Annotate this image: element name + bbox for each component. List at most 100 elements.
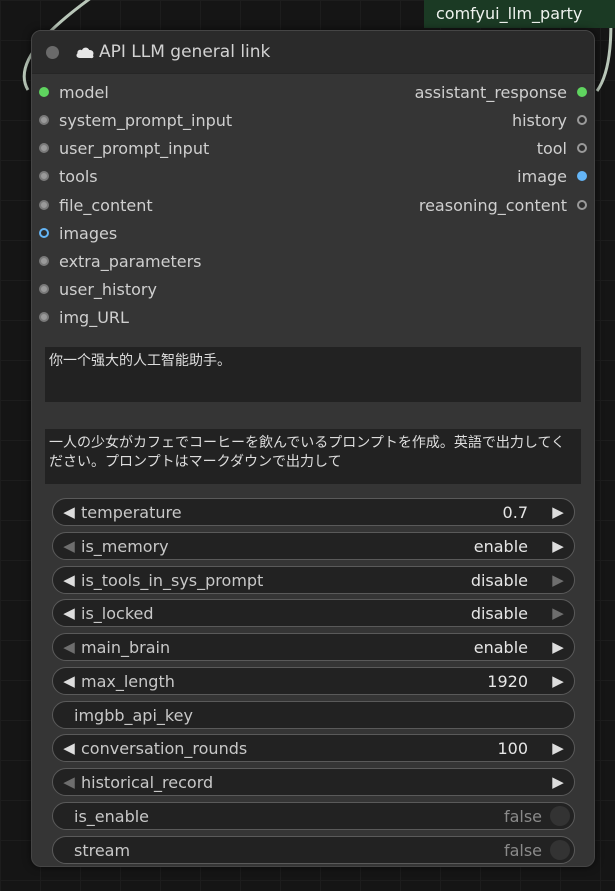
decrement-arrow-icon[interactable]: ◀	[57, 604, 81, 622]
widget-label: conversation_rounds	[81, 738, 248, 758]
input-slot-img-url[interactable]: img_URL	[39, 303, 129, 331]
slot-label: images	[59, 223, 118, 243]
cloud-icon	[76, 47, 94, 59]
toggle-value: false	[503, 840, 542, 860]
increment-arrow-icon[interactable]: ▶	[546, 604, 570, 622]
slot-dot[interactable]	[577, 115, 587, 125]
widget-label: temperature	[81, 502, 182, 522]
user-prompt-textarea[interactable]: 一人の少女がカフェでコーヒーを飲んでいるプロンプトを作成。英語で出力してください…	[45, 429, 581, 484]
widget-value: 100	[497, 738, 528, 758]
slot-label: assistant_response	[414, 82, 567, 102]
slot-label: img_URL	[59, 307, 129, 327]
slot-label: model	[59, 82, 109, 102]
increment-arrow-icon[interactable]: ▶	[546, 638, 570, 656]
input-slot-user-prompt[interactable]: user_prompt_input	[39, 134, 209, 162]
widget-imgbb-api-key[interactable]: imgbb_api_key	[52, 701, 575, 729]
widget-value: 0.7	[502, 502, 528, 522]
input-slot-tools[interactable]: tools	[39, 162, 98, 190]
toggle-value: false	[503, 806, 542, 826]
widget-historical-record[interactable]: ◀ historical_record ▶	[52, 768, 575, 796]
output-slot-assistant-response[interactable]: assistant_response	[415, 78, 587, 106]
widget-label: is_enable	[74, 806, 150, 826]
output-slot-history[interactable]: history	[512, 106, 587, 134]
slot-label: tools	[59, 166, 98, 186]
widget-temperature[interactable]: ◀ temperature 0.7 ▶	[52, 498, 575, 526]
widget-is-tools-in-sys-prompt[interactable]: ◀ is_tools_in_sys_prompt disable ▶	[52, 566, 575, 594]
increment-arrow-icon[interactable]: ▶	[546, 503, 570, 521]
slot-dot[interactable]	[39, 256, 49, 266]
slot-dot[interactable]	[577, 200, 587, 210]
group-title[interactable]: comfyui_llm_party	[424, 0, 615, 28]
widget-main-brain[interactable]: ◀ main_brain enable ▶	[52, 633, 575, 661]
increment-arrow-icon[interactable]: ▶	[546, 571, 570, 589]
slot-label: file_content	[59, 195, 153, 215]
widget-label: imgbb_api_key	[74, 705, 193, 725]
slot-label: history	[511, 110, 567, 130]
slot-label: user_history	[59, 279, 157, 299]
slot-dot[interactable]	[39, 171, 49, 181]
widget-value: enable	[473, 637, 528, 657]
decrement-arrow-icon[interactable]: ◀	[57, 503, 81, 521]
llm-node[interactable]: API LLM general link model system_prompt…	[31, 30, 595, 867]
increment-arrow-icon[interactable]: ▶	[546, 537, 570, 555]
increment-arrow-icon[interactable]: ▶	[546, 672, 570, 690]
widget-is-enable[interactable]: is_enable false	[52, 802, 575, 830]
toggle-switch[interactable]	[550, 840, 570, 860]
increment-arrow-icon[interactable]: ▶	[546, 773, 570, 791]
widget-max-length[interactable]: ◀ max_length 1920 ▶	[52, 667, 575, 695]
slot-label: tool	[536, 138, 567, 158]
node-title: API LLM general link	[99, 42, 271, 62]
slot-dot[interactable]	[577, 171, 587, 181]
slot-dot[interactable]	[577, 143, 587, 153]
slot-dot[interactable]	[39, 115, 49, 125]
slot-dot[interactable]	[39, 284, 49, 294]
widget-value: enable	[473, 536, 528, 556]
input-slot-images[interactable]: images	[39, 219, 117, 247]
slot-dot[interactable]	[577, 87, 587, 97]
graph-canvas[interactable]: comfyui_llm_party API LLM general link m…	[0, 0, 615, 891]
widget-label: is_tools_in_sys_prompt	[81, 570, 264, 590]
decrement-arrow-icon[interactable]: ◀	[57, 773, 81, 791]
slot-label: system_prompt_input	[59, 110, 233, 130]
collapse-toggle[interactable]	[46, 45, 59, 59]
slot-label: user_prompt_input	[59, 138, 210, 158]
decrement-arrow-icon[interactable]: ◀	[57, 739, 81, 757]
decrement-arrow-icon[interactable]: ◀	[57, 571, 81, 589]
widget-value: 1920	[487, 671, 528, 691]
slot-label: extra_parameters	[59, 251, 202, 271]
widget-value: disable	[470, 603, 528, 623]
widget-value: disable	[470, 570, 528, 590]
system-prompt-textarea[interactable]: 你一个强大的人工智能助手。	[45, 347, 581, 402]
decrement-arrow-icon[interactable]: ◀	[57, 537, 81, 555]
slot-dot[interactable]	[39, 87, 49, 97]
widget-label: max_length	[81, 671, 175, 691]
node-header[interactable]: API LLM general link	[32, 31, 594, 74]
widget-conversation-rounds[interactable]: ◀ conversation_rounds 100 ▶	[52, 734, 575, 762]
output-slot-tool[interactable]: tool	[537, 134, 587, 162]
output-slot-reasoning-content[interactable]: reasoning_content	[419, 191, 587, 219]
slot-dot[interactable]	[39, 143, 49, 153]
decrement-arrow-icon[interactable]: ◀	[57, 672, 81, 690]
widget-stream[interactable]: stream false	[52, 836, 575, 864]
slot-label: reasoning_content	[418, 195, 567, 215]
output-slot-image[interactable]: image	[517, 162, 587, 190]
input-slot-system-prompt[interactable]: system_prompt_input	[39, 106, 232, 134]
widget-label: historical_record	[81, 772, 214, 792]
input-slot-extra-parameters[interactable]: extra_parameters	[39, 247, 202, 275]
slot-dot[interactable]	[39, 312, 49, 322]
widget-label: is_locked	[81, 603, 154, 623]
widget-label: stream	[74, 840, 131, 860]
slot-dot[interactable]	[39, 228, 49, 238]
decrement-arrow-icon[interactable]: ◀	[57, 638, 81, 656]
input-slot-file-content[interactable]: file_content	[39, 191, 153, 219]
increment-arrow-icon[interactable]: ▶	[546, 739, 570, 757]
widget-label: is_memory	[81, 536, 169, 556]
slot-label: image	[517, 166, 567, 186]
toggle-switch[interactable]	[550, 806, 570, 826]
slot-dot[interactable]	[39, 200, 49, 210]
widget-is-memory[interactable]: ◀ is_memory enable ▶	[52, 532, 575, 560]
widget-is-locked[interactable]: ◀ is_locked disable ▶	[52, 599, 575, 627]
input-slot-user-history[interactable]: user_history	[39, 275, 157, 303]
widget-label: main_brain	[81, 637, 171, 657]
input-slot-model[interactable]: model	[39, 78, 109, 106]
